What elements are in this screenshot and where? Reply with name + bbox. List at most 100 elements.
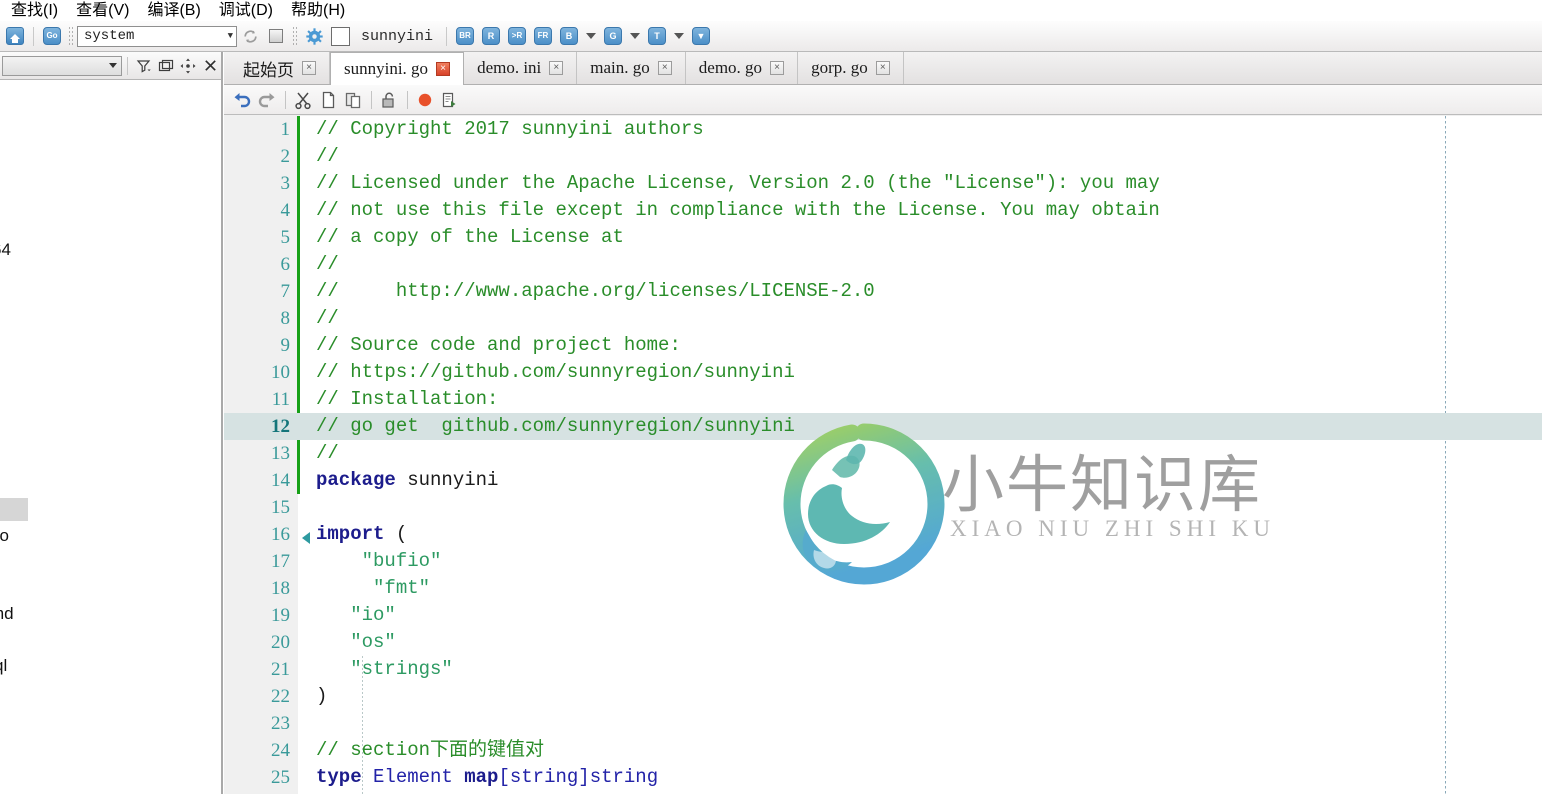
code-line[interactable]: 12 // go get github.com/sunnyregion/sunny…	[224, 413, 1542, 440]
list-item[interactable]: go	[0, 526, 9, 546]
line-number: 21	[271, 659, 290, 680]
undo-icon	[234, 92, 251, 107]
tab-start-page[interactable]: 起始页 ×	[230, 52, 330, 84]
code-line[interactable]: 3 // Licensed under the Apache License, V…	[224, 170, 1542, 197]
run-button[interactable]: R	[480, 25, 502, 47]
code-line-text: "bufio"	[316, 550, 442, 572]
float-move-icon	[180, 58, 196, 73]
float-button[interactable]	[177, 55, 199, 77]
install-button[interactable]: ▼	[690, 25, 712, 47]
filter-button[interactable]	[133, 55, 155, 77]
code-line[interactable]: 22)	[224, 683, 1542, 710]
line-number: 18	[271, 578, 290, 599]
tab-sunnyini-go[interactable]: sunnyini. go ×	[330, 52, 465, 85]
home-button[interactable]	[4, 25, 26, 47]
home-icon	[6, 27, 24, 45]
code-line[interactable]: 13 //	[224, 440, 1542, 467]
code-line[interactable]: 15	[224, 494, 1542, 521]
copy-button[interactable]	[316, 88, 340, 112]
editor-toolbar-divider-2	[371, 90, 372, 109]
undo-button[interactable]	[230, 88, 254, 112]
tab-main-go[interactable]: main. go ×	[577, 52, 686, 84]
menu-item-view[interactable]: 查看(V)	[67, 0, 138, 21]
file-run-button[interactable]: FR	[532, 25, 554, 47]
cut-button[interactable]	[291, 88, 315, 112]
code-line-text: "strings"	[316, 658, 453, 680]
build-button[interactable]: B	[558, 25, 580, 47]
test-dropdown-chevron-down-icon[interactable]	[674, 33, 685, 39]
install-down-arrow-icon: ▼	[692, 27, 711, 45]
code-editor[interactable]: 1 // Copyright 2017 sunnyini authors 2 // 3 /…	[224, 116, 1542, 794]
paste-button[interactable]	[341, 88, 365, 112]
code-line[interactable]: 19 "io"	[224, 602, 1542, 629]
code-line[interactable]: 21 "strings"	[224, 656, 1542, 683]
layout-button[interactable]	[155, 55, 177, 77]
tab-close-icon[interactable]: ×	[770, 61, 785, 75]
code-line[interactable]: 16 import (	[224, 521, 1542, 548]
tab-demo-ini[interactable]: demo. ini ×	[464, 52, 578, 84]
code-line[interactable]: 4 // not use this file except in complian…	[224, 197, 1542, 224]
code-line[interactable]: 8 //	[224, 305, 1542, 332]
refresh-button[interactable]	[239, 25, 261, 47]
lock-button[interactable]	[377, 88, 401, 112]
toolbar-grip-2[interactable]	[292, 26, 297, 46]
settings-button[interactable]	[303, 25, 325, 47]
line-number: 9	[280, 335, 291, 356]
run-file-button[interactable]	[438, 88, 462, 112]
tab-close-icon[interactable]: ×	[657, 61, 672, 75]
test-button[interactable]: T	[646, 25, 668, 47]
list-item[interactable]: ql	[0, 656, 7, 676]
code-lines[interactable]: 1 // Copyright 2017 sunnyini authors 2 // 3 /…	[224, 116, 1542, 794]
run-args-button[interactable]: >R	[506, 25, 528, 47]
go-tool-dropdown-chevron-down-icon[interactable]	[630, 33, 641, 39]
toolbar-grip[interactable]	[68, 26, 73, 46]
code-line[interactable]: 14 package sunnyini	[224, 467, 1542, 494]
build-icon: B	[560, 27, 579, 45]
menu-item-debug[interactable]: 调试(D)	[210, 0, 282, 21]
code-line[interactable]: 1 // Copyright 2017 sunnyini authors	[224, 116, 1542, 143]
redo-button[interactable]	[255, 88, 279, 112]
build-run-button[interactable]: BR	[454, 25, 476, 47]
code-line[interactable]: 18 "fmt"	[224, 575, 1542, 602]
red-circle-icon	[418, 93, 432, 106]
go-tool-button[interactable]: G	[602, 25, 624, 47]
left-panel-select[interactable]	[2, 55, 122, 76]
list-item[interactable]: md	[0, 604, 14, 624]
left-panel-body[interactable]: 64 go md ql	[0, 80, 222, 793]
project-checkbox[interactable]	[329, 25, 351, 47]
toolbar-divider-2	[446, 26, 448, 46]
code-line[interactable]: 5 // a copy of the License at	[224, 224, 1542, 251]
code-line-text: // section下面的键值对	[316, 739, 545, 761]
go-button[interactable]: Go	[41, 25, 63, 47]
menu-bar: 查找(I) 查看(V) 编译(B) 调试(D) 帮助(H)	[0, 0, 1542, 21]
tab-close-icon[interactable]: ×	[302, 61, 316, 75]
main-toolbar: Go system ▼ sunnyini BR R >R FR B G T ▼	[0, 21, 1542, 52]
code-line[interactable]: 9 // Source code and project home:	[224, 332, 1542, 359]
code-line[interactable]: 23	[224, 710, 1542, 737]
menu-item-help[interactable]: 帮助(H)	[282, 0, 354, 21]
scissors-icon	[295, 92, 311, 109]
menu-item-build[interactable]: 编译(B)	[138, 0, 209, 21]
code-line[interactable]: 7 // http://www.apache.org/licenses/LICEN…	[224, 278, 1542, 305]
menu-item-find[interactable]: 查找(I)	[2, 0, 67, 21]
tab-close-icon[interactable]: ×	[875, 61, 890, 75]
environment-select[interactable]: system ▼	[77, 25, 237, 47]
code-line[interactable]: 10 // https://github.com/sunnyregion/sunn…	[224, 359, 1542, 386]
breakpoint-button[interactable]	[413, 88, 437, 112]
tab-close-icon[interactable]: ×	[549, 61, 564, 75]
stop-button[interactable]	[265, 25, 287, 47]
code-line[interactable]: 20 "os"	[224, 629, 1542, 656]
code-line[interactable]: 11 // Installation:	[224, 386, 1542, 413]
editor-area: 起始页 × sunnyini. go × demo. ini × main. g…	[224, 52, 1542, 794]
build-dropdown-chevron-down-icon[interactable]	[586, 33, 597, 39]
tab-gorp-go[interactable]: gorp. go ×	[798, 52, 904, 84]
code-line[interactable]: 2 //	[224, 143, 1542, 170]
code-line[interactable]: 25 type Element map[string]string	[224, 764, 1542, 791]
code-line[interactable]: 17 "bufio"	[224, 548, 1542, 575]
list-item[interactable]: 64	[0, 240, 11, 260]
code-line[interactable]: 6 //	[224, 251, 1542, 278]
tab-demo-go[interactable]: demo. go ×	[686, 52, 799, 84]
code-line[interactable]: 24 // section下面的键值对	[224, 737, 1542, 764]
close-panel-button[interactable]	[199, 55, 221, 77]
tab-close-icon[interactable]: ×	[436, 62, 451, 76]
